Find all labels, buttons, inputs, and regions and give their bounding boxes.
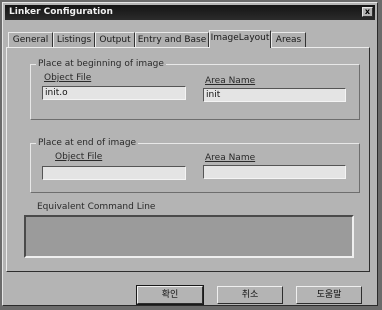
help-button[interactable]: 도움말 — [296, 286, 362, 304]
command-line-box — [24, 215, 354, 258]
close-button[interactable]: x — [362, 7, 373, 17]
beginning-area-name-field[interactable]: init — [203, 88, 346, 102]
tab-output[interactable]: Output — [95, 32, 135, 47]
place-at-beginning-title: Place at beginning of image — [36, 58, 166, 70]
beginning-area-name-label: Area Name — [205, 76, 256, 86]
beginning-object-file-label: Object File — [44, 73, 92, 83]
place-at-end-title: Place at end of image — [36, 137, 139, 149]
cancel-button[interactable]: 취소 — [217, 286, 283, 304]
ok-button[interactable]: 확인 — [136, 285, 204, 305]
beginning-object-file-field[interactable]: init.o — [42, 86, 186, 100]
end-area-name-label: Area Name — [205, 153, 256, 163]
close-icon: x — [364, 7, 371, 16]
window-title: Linker Configuration — [9, 7, 113, 17]
tab-areas[interactable]: Areas — [271, 32, 306, 47]
tab-general[interactable]: General — [8, 32, 53, 47]
end-object-file-field[interactable] — [42, 166, 186, 180]
tab-listings[interactable]: Listings — [53, 32, 95, 47]
end-object-file-label: Object File — [55, 152, 103, 162]
end-area-name-field[interactable] — [203, 165, 346, 179]
title-bar: Linker Configuration x — [5, 5, 375, 20]
tab-imagelayout[interactable]: ImageLayout — [209, 30, 271, 48]
tab-entry-and-base[interactable]: Entry and Base — [135, 32, 209, 47]
command-line-title: Equivalent Command Line — [35, 201, 158, 213]
